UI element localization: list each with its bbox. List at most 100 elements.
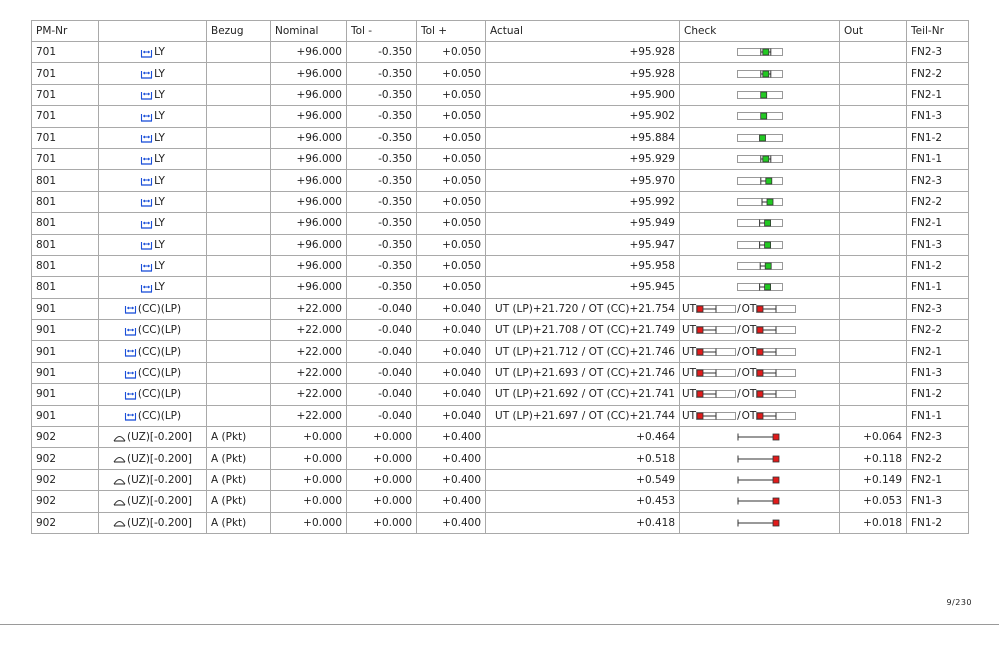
tolerance-check-graphic [737, 455, 779, 463]
cell-pm-nr: 701 [31, 147, 99, 171]
cell-actual: +95.928 [485, 62, 680, 85]
cell-check [679, 233, 840, 256]
distance-y-icon [124, 349, 136, 357]
cell-nominal: +22.000 [270, 319, 347, 342]
cell-tol-minus: -0.040 [346, 383, 417, 406]
cell-nominal: +22.000 [270, 297, 347, 321]
cell-tol-minus: +0.000 [346, 447, 417, 470]
cell-actual: +95.945 [485, 276, 680, 299]
tolerance-bar-graphic [756, 411, 797, 420]
cell-feature: LY [98, 212, 207, 235]
cell-bezug [206, 297, 271, 321]
table-row: 901 (CC)(LP) +22.000 -0.040 +0.040 UT (LP)+21… [31, 340, 969, 363]
surface-profile-icon [113, 521, 126, 527]
cell-bezug [206, 254, 271, 278]
cell-check [679, 40, 840, 64]
cell-pm-nr: 901 [31, 340, 99, 363]
cell-nominal: +96.000 [270, 190, 347, 214]
cell-bezug [206, 147, 271, 171]
distance-y-icon [141, 71, 153, 79]
cell-nominal: +0.000 [270, 447, 347, 470]
cell-bezug: A (Pkt) [206, 447, 271, 470]
tolerance-check-graphic [736, 197, 783, 206]
cell-tol-minus: -0.040 [346, 319, 417, 342]
cell-out [839, 62, 907, 85]
cell-teil-nr: FN1-2 [906, 254, 969, 278]
cell-pm-nr: 701 [31, 105, 99, 128]
table-row: 701 LY +96.000 -0.350 +0.050 +95.928 FN2-3 [31, 40, 969, 64]
page-number: 9/230 [946, 598, 972, 607]
cell-check [679, 447, 840, 470]
check-separator: / [737, 367, 741, 380]
table-row: 902 (UZ)[-0.200] A (Pkt) +0.000 +0.000 +0.400… [31, 426, 969, 449]
cell-bezug [206, 169, 271, 192]
cell-feature: (CC)(LP) [98, 361, 207, 385]
col-header-teil-nr: Teil-Nr [906, 20, 969, 42]
cell-bezug [206, 126, 271, 149]
cell-check [679, 468, 840, 492]
distance-y-icon [124, 391, 136, 400]
cell-pm-nr: 902 [31, 490, 99, 513]
surface-profile-icon [113, 457, 126, 463]
cell-teil-nr: FN1-3 [906, 233, 969, 256]
cell-teil-nr: FN1-1 [906, 404, 969, 428]
cell-tol-plus: +0.040 [416, 297, 486, 321]
feature-label: (UZ)[-0.200] [127, 474, 192, 486]
col-header-check: Check [679, 20, 840, 42]
cell-tol-plus: +0.050 [416, 212, 486, 235]
table-row: 902 (UZ)[-0.200] A (Pkt) +0.000 +0.000 +0.400… [31, 468, 969, 492]
distance-y-icon [124, 306, 136, 315]
cell-out: +0.053 [839, 490, 907, 513]
cell-teil-nr: FN2-3 [906, 297, 969, 321]
cell-tol-plus: +0.050 [416, 126, 486, 149]
distance-y-icon [141, 199, 153, 208]
cell-feature: (UZ)[-0.200] [98, 511, 207, 534]
feature-label: LY [154, 67, 165, 80]
table-body: 701 LY +96.000 -0.350 +0.050 +95.928 FN2-3 701 L… [31, 40, 969, 534]
cell-teil-nr: FN1-3 [906, 361, 969, 385]
cell-feature: LY [98, 190, 207, 214]
feature-label: LY [154, 46, 165, 59]
cell-actual: +0.418 [485, 511, 680, 534]
cell-actual: +95.958 [485, 254, 680, 278]
tolerance-check-graphic [736, 219, 783, 228]
cell-nominal: +96.000 [270, 83, 347, 107]
cell-feature: (UZ)[-0.200] [98, 426, 207, 449]
cell-tol-plus: +0.400 [416, 468, 486, 492]
cell-nominal: +96.000 [270, 105, 347, 128]
cell-teil-nr: FN2-2 [906, 190, 969, 214]
cell-feature: (CC)(LP) [98, 340, 207, 363]
check-ut-label: UT [682, 345, 697, 358]
check-ot-label: OT [741, 302, 757, 315]
cell-teil-nr: FN1-2 [906, 126, 969, 149]
cell-tol-plus: +0.050 [416, 62, 486, 85]
cell-out [839, 340, 907, 363]
cell-feature: LY [98, 83, 207, 107]
cell-tol-minus: -0.350 [346, 62, 417, 85]
cell-tol-minus: -0.350 [346, 147, 417, 171]
feature-label: (CC)(LP) [137, 409, 182, 422]
cell-bezug [206, 83, 271, 107]
cell-bezug [206, 319, 271, 342]
tolerance-bar-graphic [756, 369, 797, 378]
cell-nominal: +22.000 [270, 361, 347, 385]
cell-out [839, 383, 907, 406]
tolerance-check-graphic [737, 497, 779, 505]
tolerance-bar-graphic [696, 369, 737, 378]
cell-actual: +95.900 [485, 83, 680, 107]
cell-nominal: +96.000 [270, 254, 347, 278]
cell-teil-nr: FN2-3 [906, 40, 969, 64]
feature-label: LY [154, 217, 165, 230]
feature-label: LY [154, 131, 165, 144]
tolerance-check-graphic [736, 69, 783, 78]
cell-actual: UT (LP)+21.693 / OT (CC)+21.746 [485, 361, 680, 385]
cell-nominal: +96.000 [270, 40, 347, 64]
cell-actual: +95.902 [485, 105, 680, 128]
feature-label: LY [154, 260, 165, 273]
cell-bezug [206, 276, 271, 299]
cell-actual: +0.518 [485, 447, 680, 470]
tolerance-bar-graphic [756, 390, 797, 399]
cell-pm-nr: 901 [31, 383, 99, 406]
cell-actual: +0.464 [485, 426, 680, 449]
feature-label: LY [154, 238, 165, 251]
